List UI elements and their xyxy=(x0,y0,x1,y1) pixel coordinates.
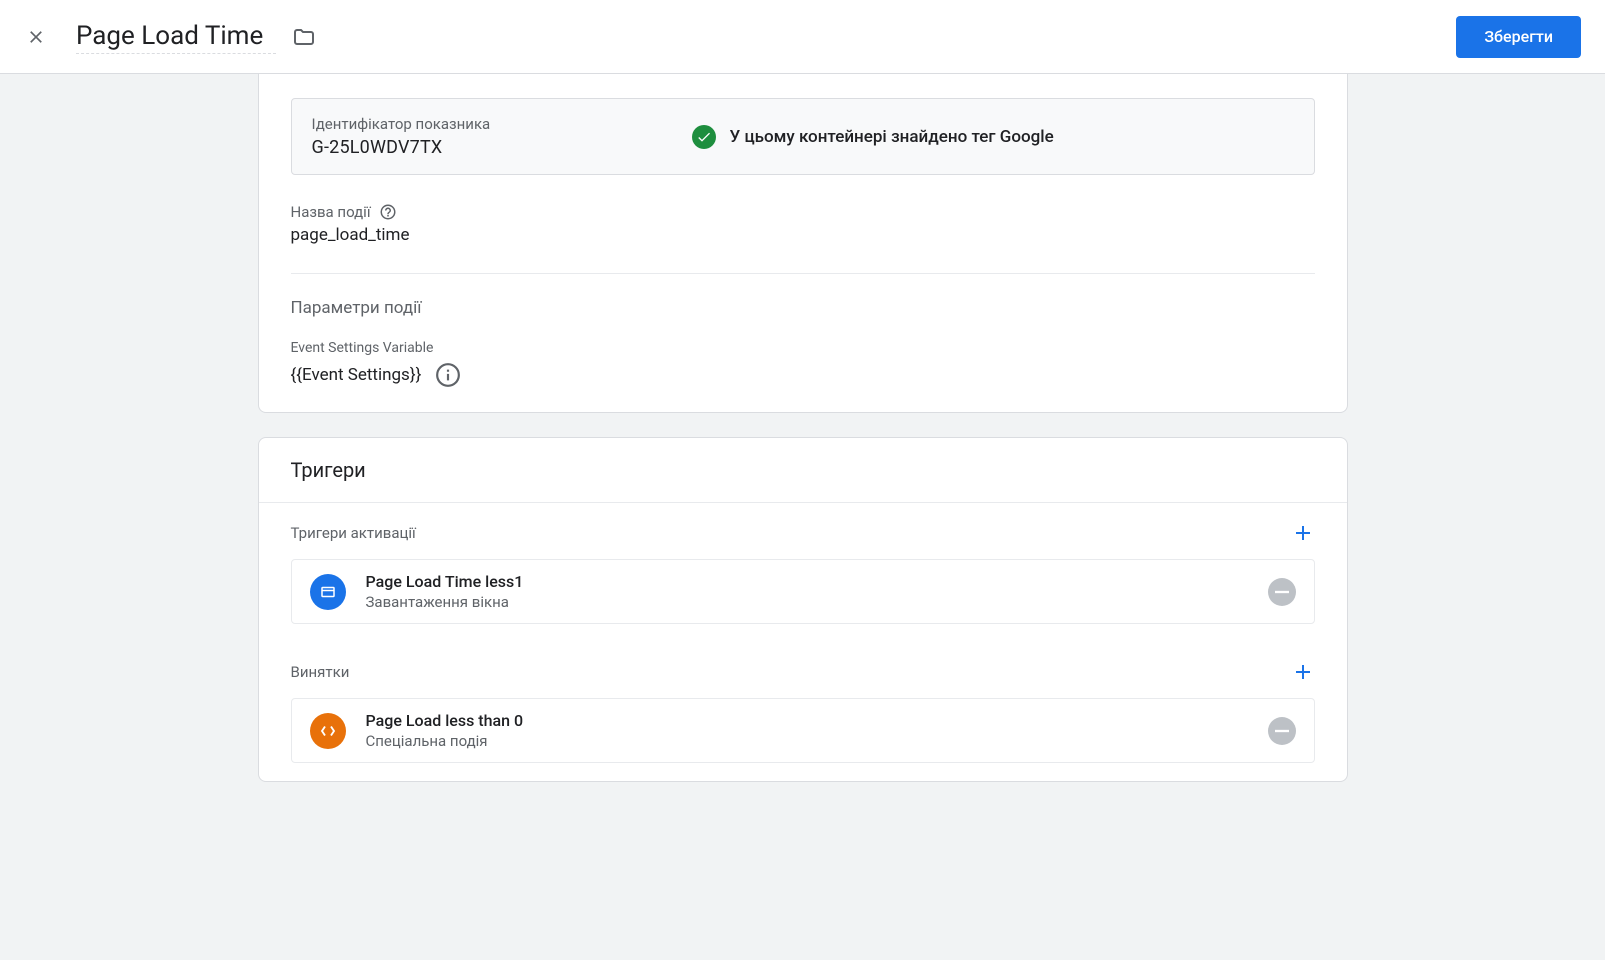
measurement-id-row: Ідентифікатор показника G-25L0WDV7TX У ц… xyxy=(291,98,1315,175)
triggers-card: Тригери Тригери активації Page Load Time… xyxy=(258,437,1348,782)
save-button[interactable]: Зберегти xyxy=(1456,16,1581,58)
tag-config-card: Ідентифікатор показника G-25L0WDV7TX У ц… xyxy=(258,74,1348,413)
trigger-name: Page Load Time less1 xyxy=(366,572,1248,591)
settings-variable-value: {{Event Settings}} xyxy=(291,365,422,385)
remove-trigger-icon[interactable] xyxy=(1268,578,1296,606)
google-tag-found-text: У цьому контейнері знайдено тег Google xyxy=(730,127,1054,147)
folder-icon[interactable] xyxy=(292,25,316,49)
close-icon[interactable] xyxy=(24,25,48,49)
modal-header: Зберегти xyxy=(0,0,1605,74)
settings-variable-label: Event Settings Variable xyxy=(291,340,1315,356)
measurement-id-label: Ідентифікатор показника xyxy=(312,115,652,133)
trigger-row[interactable]: Page Load Time less1 Завантаження вікна xyxy=(291,559,1315,624)
google-tag-status: У цьому контейнері знайдено тег Google xyxy=(692,125,1054,149)
trigger-type: Спеціальна подія xyxy=(366,732,1248,750)
info-icon[interactable] xyxy=(435,362,461,388)
exceptions-label: Винятки xyxy=(291,663,350,681)
custom-event-icon xyxy=(310,713,346,749)
check-circle-icon xyxy=(692,125,716,149)
add-activation-trigger-icon[interactable] xyxy=(1291,521,1315,545)
help-icon[interactable] xyxy=(379,203,397,221)
trigger-row[interactable]: Page Load less than 0 Спеціальна подія xyxy=(291,698,1315,763)
trigger-name: Page Load less than 0 xyxy=(366,711,1248,730)
trigger-type: Завантаження вікна xyxy=(366,593,1248,611)
window-loaded-icon xyxy=(310,574,346,610)
event-params-title: Параметри події xyxy=(291,298,1315,318)
remove-trigger-icon[interactable] xyxy=(1268,717,1296,745)
activation-triggers-label: Тригери активації xyxy=(291,524,416,542)
triggers-title: Тригери xyxy=(291,458,1315,482)
event-name-label: Назва події xyxy=(291,203,371,221)
tag-title-input[interactable] xyxy=(76,19,276,54)
event-name-value: page_load_time xyxy=(291,225,1315,245)
measurement-id-value: G-25L0WDV7TX xyxy=(312,137,652,158)
add-exception-icon[interactable] xyxy=(1291,660,1315,684)
